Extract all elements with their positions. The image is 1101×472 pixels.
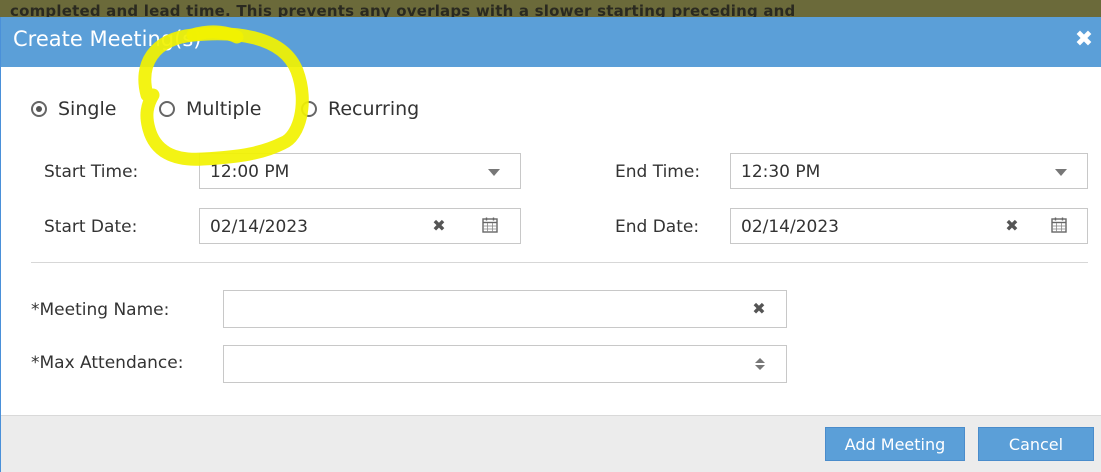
end-time-select[interactable]: 12:30 PM xyxy=(730,153,1088,189)
chevron-down-icon[interactable] xyxy=(488,169,500,176)
start-date-value: 02/14/2023 xyxy=(210,217,308,237)
start-date-field[interactable]: 02/14/2023 ✖ xyxy=(199,208,521,244)
radio-multiple-label: Multiple xyxy=(186,98,262,120)
end-time-label: End Time: xyxy=(615,162,701,182)
calendar-icon[interactable] xyxy=(482,217,498,233)
radio-single-label: Single xyxy=(58,98,117,120)
calendar-icon[interactable] xyxy=(1051,217,1067,233)
radio-recurring[interactable]: Recurring xyxy=(301,97,419,121)
clear-icon[interactable]: ✖ xyxy=(752,301,766,317)
end-date-label: End Date: xyxy=(615,217,700,237)
meeting-name-input[interactable]: ✖ xyxy=(223,290,787,328)
radio-single[interactable]: Single xyxy=(31,97,116,121)
required-marker: * xyxy=(31,300,40,320)
start-time-select[interactable]: 12:00 PM xyxy=(199,153,521,189)
end-time-value: 12:30 PM xyxy=(741,162,821,182)
close-icon[interactable]: ✖ xyxy=(1074,29,1094,51)
start-date-label: Start Date: xyxy=(44,217,138,237)
radio-checked-icon xyxy=(31,101,47,117)
max-attendance-input[interactable] xyxy=(223,345,787,383)
dialog-footer: Add Meeting Cancel xyxy=(1,415,1101,472)
meeting-name-label-text: Meeting Name: xyxy=(39,300,170,320)
radio-recurring-label: Recurring xyxy=(328,98,420,120)
required-marker: * xyxy=(31,353,40,373)
clear-icon[interactable]: ✖ xyxy=(1005,218,1019,234)
radio-unchecked-icon xyxy=(159,101,175,117)
dialog-titlebar: Create Meeting(s) ✖ xyxy=(1,17,1101,67)
chevron-down-icon[interactable] xyxy=(1055,169,1067,176)
meeting-name-label: *Meeting Name: xyxy=(31,300,169,320)
dialog-title: Create Meeting(s) xyxy=(13,27,202,51)
add-meeting-button[interactable]: Add Meeting xyxy=(825,427,965,461)
clear-icon[interactable]: ✖ xyxy=(432,218,446,234)
radio-unchecked-icon xyxy=(301,101,317,117)
cancel-button[interactable]: Cancel xyxy=(978,427,1094,461)
end-date-value: 02/14/2023 xyxy=(741,217,839,237)
end-date-field[interactable]: 02/14/2023 ✖ xyxy=(730,208,1088,244)
section-divider xyxy=(31,262,1088,263)
max-attendance-label: *Max Attendance: xyxy=(31,353,183,373)
radio-multiple[interactable]: Multiple xyxy=(159,97,261,121)
create-meeting-dialog: Create Meeting(s) ✖ Single Multiple Recu… xyxy=(0,17,1101,472)
spinner-icon[interactable] xyxy=(754,357,766,371)
max-attendance-label-text: Max Attendance: xyxy=(39,353,184,373)
start-time-label: Start Time: xyxy=(44,162,139,182)
start-time-value: 12:00 PM xyxy=(210,162,290,182)
